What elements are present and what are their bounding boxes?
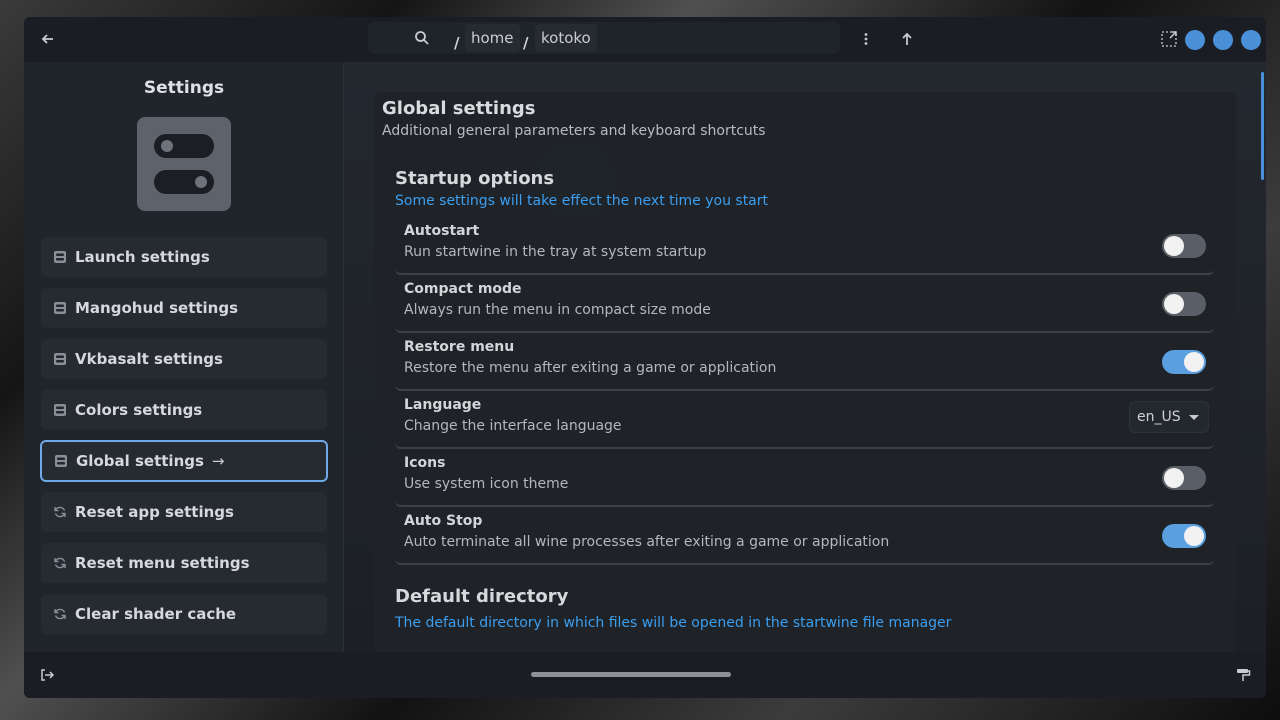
startup-options-note: Some settings will take effect the next … <box>395 193 769 209</box>
settings-icon <box>51 403 69 417</box>
fullscreen-icon <box>1161 31 1177 47</box>
reset-icon <box>51 505 69 519</box>
setting-description: Always run the menu in compact size mode <box>404 302 711 318</box>
setting-row-icons: Icons Use system icon theme <box>395 451 1214 507</box>
fullscreen-button[interactable] <box>1155 25 1183 53</box>
settings-icon <box>51 301 69 315</box>
setting-row-compact-mode: Compact mode Always run the menu in comp… <box>395 277 1214 333</box>
sidebar-item-label: Reset menu settings <box>75 554 250 572</box>
sidebar-item-label: Global settings <box>76 452 204 470</box>
setting-title: Icons <box>404 455 446 471</box>
sidebar-item-launch-settings[interactable]: Launch settings <box>41 237 327 277</box>
setting-row-autostart: Autostart Run startwine in the tray at s… <box>395 219 1214 275</box>
restore-menu-toggle[interactable] <box>1162 350 1206 374</box>
sidebar-item-clear-shader-cache[interactable]: Clear shader cache <box>41 594 327 634</box>
switch-pill <box>154 170 214 194</box>
icons-toggle[interactable] <box>1162 466 1206 490</box>
footer-bar <box>24 652 1266 698</box>
setting-description: Change the interface language <box>404 418 622 434</box>
paint-button[interactable] <box>1229 661 1257 689</box>
up-arrow-icon <box>902 32 912 45</box>
minimize-button[interactable] <box>1185 30 1205 50</box>
setting-description: Auto terminate all wine processes after … <box>404 534 890 550</box>
path-bar[interactable]: / home / kotoko <box>368 22 840 54</box>
setting-description: Use system icon theme <box>404 476 569 492</box>
up-button[interactable] <box>893 25 921 53</box>
app-window: / home / kotoko Settings Launch settings… <box>24 17 1266 698</box>
back-arrow-icon <box>41 34 53 44</box>
arrow-right-icon: → <box>211 452 225 470</box>
breadcrumb-home[interactable]: home <box>465 24 520 52</box>
settings-icon <box>52 454 70 468</box>
search-button[interactable] <box>408 24 436 52</box>
default-directory-title: Default directory <box>395 586 569 607</box>
menu-button[interactable] <box>852 25 880 53</box>
sidebar-item-global-settings[interactable]: Global settings → <box>40 440 328 482</box>
more-vertical-icon <box>864 33 868 45</box>
back-button[interactable] <box>34 25 62 53</box>
switch-pill <box>154 134 214 158</box>
exit-icon <box>41 669 55 681</box>
setting-title: Autostart <box>404 223 480 239</box>
reset-icon <box>51 607 69 621</box>
setting-title: Compact mode <box>404 281 522 297</box>
settings-icon <box>51 352 69 366</box>
sidebar-item-colors-settings[interactable]: Colors settings <box>41 390 327 430</box>
setting-row-language: Language Change the interface language e… <box>395 393 1214 449</box>
setting-description: Restore the menu after exiting a game or… <box>404 360 777 376</box>
drag-handle[interactable] <box>531 672 731 677</box>
scrollbar[interactable] <box>1261 72 1264 180</box>
settings-icon <box>51 250 69 264</box>
sidebar-item-reset-menu-settings[interactable]: Reset menu settings <box>41 543 327 583</box>
sidebar-item-label: Colors settings <box>75 401 203 419</box>
settings-logo-icon <box>137 117 231 211</box>
sidebar-item-label: Launch settings <box>75 248 210 266</box>
setting-description: Run startwine in the tray at system star… <box>404 244 707 260</box>
page-subtitle: Additional general parameters and keyboa… <box>382 123 766 139</box>
sidebar-item-label: Mangohud settings <box>75 299 239 317</box>
chevron-down-icon <box>1188 414 1199 420</box>
main-content: Global settings Additional general param… <box>344 62 1266 652</box>
maximize-button[interactable] <box>1213 30 1233 50</box>
setting-row-restore-menu: Restore menu Restore the menu after exit… <box>395 335 1214 391</box>
path-separator: / <box>523 34 529 52</box>
exit-button[interactable] <box>33 661 61 689</box>
sidebar-item-vkbasalt-settings[interactable]: Vkbasalt settings <box>41 339 327 379</box>
language-dropdown[interactable]: en_US <box>1129 401 1209 433</box>
sidebar-item-mangohud-settings[interactable]: Mangohud settings <box>41 288 327 328</box>
breadcrumb-kotoko[interactable]: kotoko <box>535 24 597 52</box>
global-settings-panel: Global settings Additional general param… <box>374 92 1236 652</box>
header-bar: / home / kotoko <box>24 17 1266 62</box>
page-title: Global settings <box>382 98 536 119</box>
search-icon <box>415 31 429 45</box>
paint-roller-icon <box>1237 669 1251 681</box>
sidebar-item-reset-app-settings[interactable]: Reset app settings <box>41 492 327 532</box>
sidebar-item-label: Vkbasalt settings <box>75 350 223 368</box>
setting-title: Restore menu <box>404 339 515 355</box>
setting-title: Auto Stop <box>404 513 483 529</box>
sidebar-item-label: Clear shader cache <box>75 605 237 623</box>
startup-options-title: Startup options <box>395 168 555 189</box>
path-separator: / <box>454 34 460 52</box>
sidebar: Settings Launch settings Mangohud settin… <box>24 62 344 652</box>
close-button[interactable] <box>1241 30 1261 50</box>
compact-mode-toggle[interactable] <box>1162 292 1206 316</box>
sidebar-item-label: Reset app settings <box>75 503 234 521</box>
sidebar-title: Settings <box>143 78 225 98</box>
default-directory-note: The default directory in which files wil… <box>395 615 952 631</box>
language-value: en_US <box>1137 409 1181 425</box>
setting-row-auto-stop: Auto Stop Auto terminate all wine proces… <box>395 509 1214 565</box>
auto-stop-toggle[interactable] <box>1162 524 1206 548</box>
reset-icon <box>51 556 69 570</box>
autostart-toggle[interactable] <box>1162 234 1206 258</box>
setting-title: Language <box>404 397 482 413</box>
